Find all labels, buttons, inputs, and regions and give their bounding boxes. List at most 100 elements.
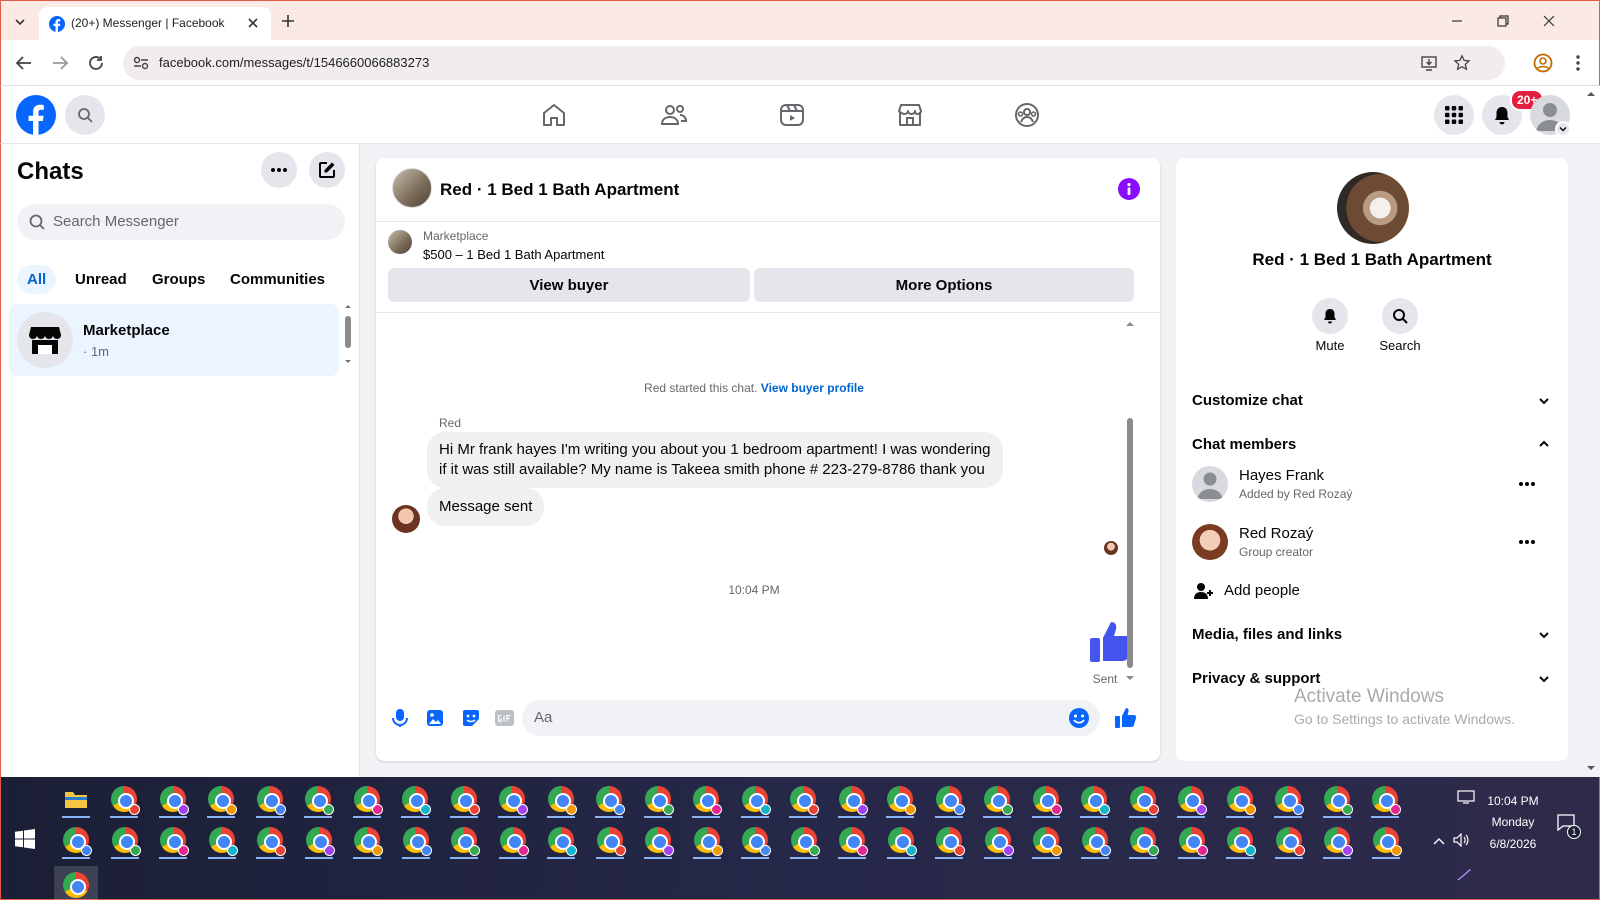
taskbar-browser-window[interactable] <box>393 780 437 818</box>
new-message-button[interactable] <box>309 152 345 188</box>
taskbar-browser-window[interactable] <box>830 780 874 818</box>
taskbar-browser-window[interactable] <box>345 821 389 859</box>
taskbar-browser-window[interactable] <box>394 821 438 859</box>
more-options-button[interactable]: More Options <box>754 268 1134 302</box>
conversation-scrollbar[interactable] <box>1124 318 1136 688</box>
site-settings-icon[interactable] <box>133 56 149 70</box>
clock-time[interactable]: 10:04 PM <box>1481 794 1545 808</box>
photo-icon[interactable] <box>426 708 444 728</box>
chat-members-section[interactable]: Chat members <box>1192 436 1296 453</box>
add-person-icon[interactable] <box>1194 582 1214 600</box>
privacy-support-section[interactable]: Privacy & support <box>1192 670 1320 687</box>
conversation-title[interactable]: Red · 1 Bed 1 Bath Apartment <box>440 180 679 200</box>
taskbar-browser-window[interactable] <box>296 780 340 818</box>
taskbar-browser-window[interactable] <box>782 821 826 859</box>
address-bar[interactable]: facebook.com/messages/t/1546660066883273 <box>123 46 1505 80</box>
clock-date[interactable]: 6/8/2026 <box>1481 837 1545 851</box>
restore-button[interactable] <box>1489 9 1517 33</box>
taskbar-browser-window[interactable] <box>490 780 534 818</box>
more-dots-icon[interactable] <box>1519 540 1535 544</box>
back-arrow-icon[interactable] <box>15 54 33 72</box>
filter-all[interactable]: All <box>17 265 57 294</box>
taskbar-active-browser[interactable] <box>54 866 98 900</box>
chevron-down-icon[interactable] <box>1538 397 1550 405</box>
chat-list-item[interactable]: Marketplace · 1m <box>9 304 339 376</box>
nav-gaming[interactable] <box>1012 100 1042 130</box>
browser-menu-icon[interactable] <box>1575 53 1581 73</box>
taskbar-browser-window[interactable] <box>539 780 583 818</box>
taskbar-file-explorer[interactable] <box>54 780 98 818</box>
taskbar-browser-window[interactable] <box>151 780 195 818</box>
nav-home[interactable] <box>539 100 569 130</box>
conversation-info-button[interactable] <box>1118 178 1140 200</box>
taskbar-browser-window[interactable] <box>976 821 1020 859</box>
chevron-up-icon[interactable] <box>1433 837 1445 845</box>
taskbar-browser-window[interactable] <box>927 821 971 859</box>
taskbar-browser-window[interactable] <box>297 821 341 859</box>
taskbar-browser-window[interactable] <box>830 821 874 859</box>
taskbar-browser-window[interactable] <box>975 780 1019 818</box>
taskbar-browser-window[interactable] <box>491 821 535 859</box>
facebook-search-button[interactable] <box>65 95 105 135</box>
bookmark-star-icon[interactable] <box>1453 54 1471 72</box>
conversation-avatar[interactable] <box>1337 172 1409 244</box>
message-composer-input[interactable]: Aa <box>522 700 1100 736</box>
profile-icon[interactable] <box>1533 53 1553 73</box>
nav-watch[interactable] <box>777 100 807 130</box>
taskbar-browser-window[interactable] <box>1121 780 1165 818</box>
taskbar-browser-window[interactable] <box>879 821 923 859</box>
taskbar-browser-window[interactable] <box>684 780 728 818</box>
menu-button[interactable] <box>1434 95 1474 135</box>
taskbar-browser-window[interactable] <box>345 780 389 818</box>
member-name[interactable]: Red Rozaý <box>1239 525 1313 542</box>
taskbar-browser-window[interactable] <box>1364 821 1408 859</box>
details-search-button[interactable] <box>1382 298 1418 334</box>
taskbar-browser-window[interactable] <box>1315 780 1359 818</box>
taskbar-browser-window[interactable] <box>1024 780 1068 818</box>
taskbar-browser-window[interactable] <box>1073 821 1117 859</box>
volume-icon[interactable] <box>1453 833 1469 847</box>
page-scrollbar[interactable] <box>1584 88 1598 776</box>
nav-marketplace[interactable] <box>895 100 925 130</box>
taskbar-browser-window[interactable] <box>878 780 922 818</box>
filter-unread[interactable]: Unread <box>65 265 137 294</box>
clock-day[interactable]: Monday <box>1481 815 1545 829</box>
taskbar-browser-window[interactable] <box>1170 821 1214 859</box>
new-tab-icon[interactable] <box>281 14 295 28</box>
taskbar-browser-window[interactable] <box>199 780 243 818</box>
microphone-icon[interactable] <box>391 708 409 728</box>
taskbar-browser-window[interactable] <box>248 780 292 818</box>
pen-icon[interactable] <box>1455 867 1473 881</box>
taskbar-browser-window[interactable] <box>1315 821 1359 859</box>
close-window-button[interactable] <box>1535 9 1563 33</box>
chevron-up-icon[interactable] <box>1538 440 1550 448</box>
taskbar-browser-window[interactable] <box>588 821 632 859</box>
apartment-thumbnail[interactable] <box>392 168 432 208</box>
chats-scrollbar[interactable] <box>342 302 354 368</box>
taskbar-browser-window[interactable] <box>151 821 195 859</box>
send-like-icon[interactable] <box>1114 706 1138 730</box>
taskbar-browser-window[interactable] <box>1218 780 1262 818</box>
taskbar-browser-window[interactable] <box>1024 821 1068 859</box>
mute-button[interactable] <box>1312 298 1348 334</box>
member-avatar[interactable] <box>1192 466 1228 502</box>
taskbar-browser-window[interactable] <box>54 821 98 859</box>
emoji-icon[interactable] <box>1068 707 1090 729</box>
reload-icon[interactable] <box>87 54 105 72</box>
nav-friends[interactable] <box>659 100 689 130</box>
taskbar-browser-window[interactable] <box>1121 821 1165 859</box>
taskbar-browser-window[interactable] <box>636 780 680 818</box>
member-avatar[interactable] <box>1192 524 1228 560</box>
taskbar-browser-window[interactable] <box>103 821 147 859</box>
taskbar-browser-window[interactable] <box>733 821 777 859</box>
forward-arrow-icon[interactable] <box>51 54 69 72</box>
taskbar-browser-window[interactable] <box>1218 821 1262 859</box>
chevron-down-icon[interactable] <box>1538 631 1550 639</box>
chevron-down-icon[interactable] <box>1538 675 1550 683</box>
display-icon[interactable] <box>1457 790 1475 804</box>
taskbar-browser-window[interactable] <box>733 780 777 818</box>
minimize-button[interactable] <box>1443 9 1471 33</box>
sticker-icon[interactable] <box>461 708 481 728</box>
taskbar-browser-window[interactable] <box>1072 780 1116 818</box>
taskbar-browser-window[interactable] <box>1267 821 1311 859</box>
